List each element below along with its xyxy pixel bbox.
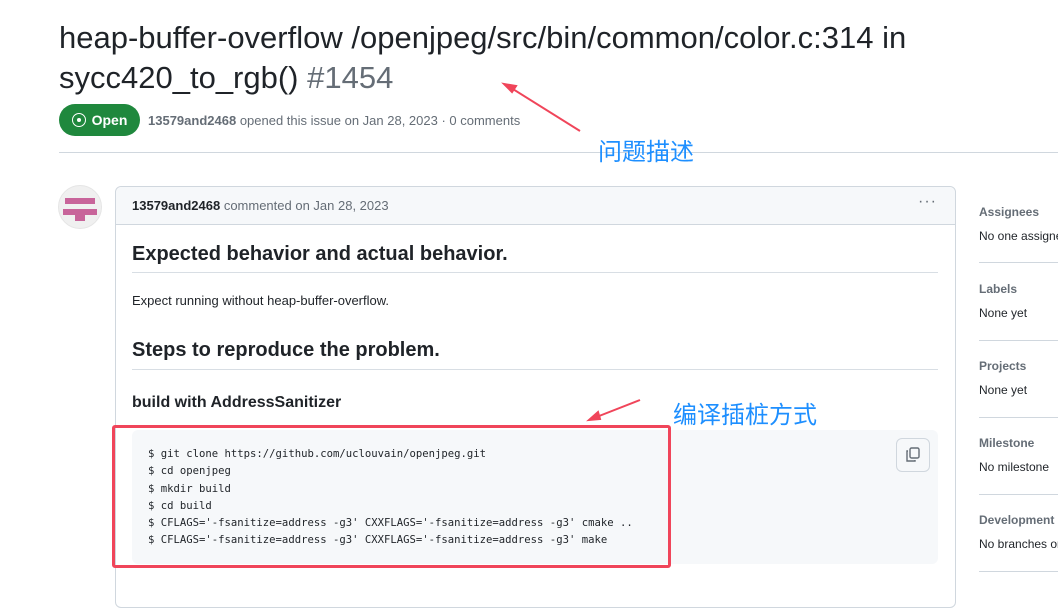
annotation-issue-description: 问题描述 <box>598 139 694 166</box>
annotation-arrows <box>501 82 641 422</box>
annotation-build-method: 编译插桩方式 <box>673 402 817 429</box>
